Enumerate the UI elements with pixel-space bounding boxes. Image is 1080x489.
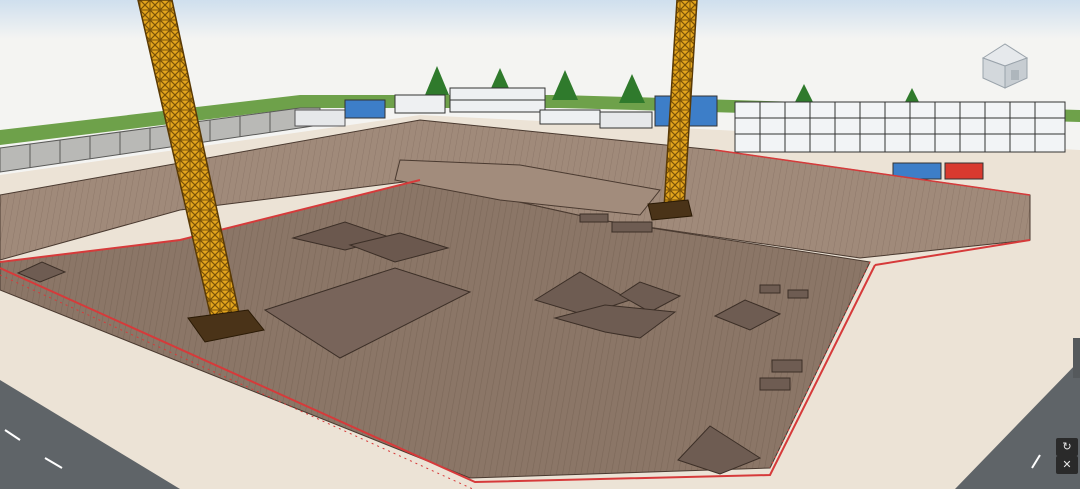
construction-site-scene[interactable] bbox=[0, 0, 1080, 489]
close-icon[interactable]: ✕ bbox=[1056, 456, 1078, 474]
refresh-icon[interactable]: ↻ bbox=[1056, 438, 1078, 456]
3d-viewport[interactable]: ↻ ✕ bbox=[0, 0, 1080, 489]
home-view-cube-icon[interactable] bbox=[975, 40, 1035, 92]
side-panel-edge bbox=[1073, 338, 1080, 378]
